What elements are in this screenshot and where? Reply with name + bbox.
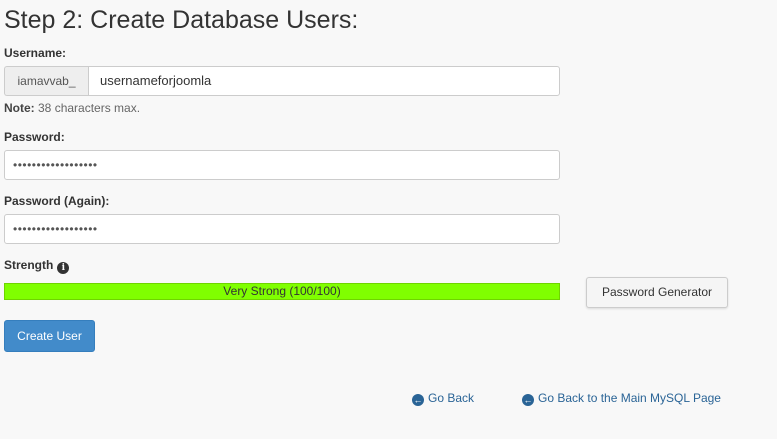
- password-label: Password:: [4, 130, 65, 144]
- strength-text: Very Strong (100/100): [223, 284, 341, 298]
- password-generator-button[interactable]: Password Generator: [586, 277, 728, 308]
- info-icon[interactable]: i: [57, 262, 70, 274]
- password-input[interactable]: ••••••••••••••••••: [4, 150, 560, 180]
- strength-label: Strength: [4, 258, 54, 272]
- username-prefix: iamavvab_: [4, 66, 88, 96]
- strength-label-row: Strength i: [4, 258, 70, 274]
- create-user-button[interactable]: Create User: [4, 320, 95, 352]
- username-input[interactable]: usernameforjoomla: [88, 66, 560, 96]
- go-back-main-label: Go Back to the Main MySQL Page: [538, 391, 721, 405]
- page: Step 2: Create Database Users: Username:…: [0, 0, 777, 439]
- note-bold: Note:: [4, 101, 35, 115]
- note-text: 38 characters max.: [34, 101, 141, 115]
- page-title: Step 2: Create Database Users:: [4, 6, 359, 34]
- password-again-label: Password (Again):: [4, 194, 110, 208]
- arrow-left-circle-icon: ←: [522, 394, 534, 406]
- strength-meter: Very Strong (100/100): [4, 283, 560, 300]
- username-label: Username:: [4, 46, 67, 60]
- arrow-left-circle-icon: ←: [412, 394, 424, 406]
- password-again-input[interactable]: ••••••••••••••••••: [4, 214, 560, 244]
- username-input-group: iamavvab_ usernameforjoomla: [4, 66, 560, 96]
- go-back-label: Go Back: [428, 391, 475, 405]
- go-back-main-link[interactable]: ← Go Back to the Main MySQL Page: [522, 391, 721, 406]
- go-back-link[interactable]: ← Go Back: [412, 391, 474, 406]
- username-note: Note: 38 characters max.: [4, 101, 140, 115]
